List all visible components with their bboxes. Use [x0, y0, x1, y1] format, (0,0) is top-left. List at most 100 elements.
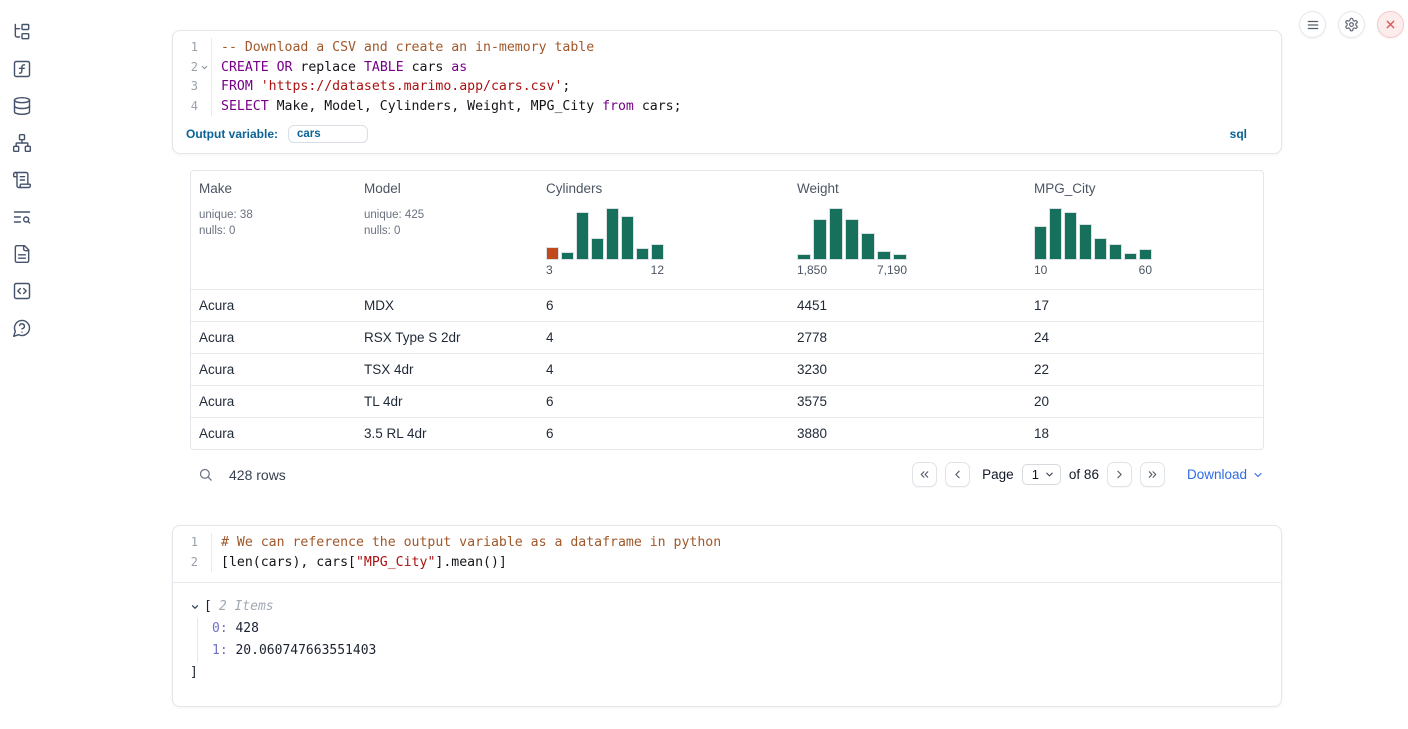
column-title: Make [199, 181, 348, 196]
table-cell: 4451 [789, 290, 1026, 321]
fold-spacer [198, 553, 211, 573]
download-label: Download [1187, 467, 1247, 482]
column-stats: unique: 38nulls: 0 [199, 207, 348, 239]
table-row[interactable]: AcuraRSX Type S 2dr4277824 [191, 321, 1263, 353]
close-icon [1384, 18, 1397, 31]
sidebar-file-text-icon[interactable] [11, 243, 33, 265]
fold-spacer [198, 38, 211, 58]
code-line[interactable]: 2[len(cars), cars["MPG_City"].mean()] [173, 553, 1281, 573]
table-cell: TL 4dr [356, 386, 538, 417]
table-cell: 6 [538, 418, 789, 449]
sidebar-function-square-icon[interactable] [11, 58, 33, 80]
code-text: FROM 'https://datasets.marimo.app/cars.c… [211, 77, 1281, 97]
code-text: -- Download a CSV and create an in-memor… [211, 38, 1281, 58]
code-line[interactable]: 2CREATE OR replace TABLE cars as [173, 58, 1281, 78]
table-body: AcuraMDX6445117AcuraRSX Type S 2dr427782… [191, 289, 1263, 449]
code-text: # We can reference the output variable a… [211, 533, 1281, 553]
column-header-Weight[interactable]: Weight 1,8507,190 [789, 171, 1026, 289]
sidebar-database-icon[interactable] [11, 95, 33, 117]
histogram-bar [1109, 244, 1122, 260]
sidebar-text-search-icon[interactable] [11, 206, 33, 228]
table-cell: 17 [1026, 290, 1263, 321]
column-histogram[interactable]: 1,8507,190 [797, 208, 907, 277]
code-text: CREATE OR replace TABLE cars as [211, 58, 1281, 78]
table-row[interactable]: AcuraMDX6445117 [191, 289, 1263, 321]
settings-button[interactable] [1338, 11, 1365, 38]
code-line[interactable]: 1# We can reference the output variable … [173, 533, 1281, 553]
search-button[interactable] [190, 467, 213, 482]
python-code-editor[interactable]: 1# We can reference the output variable … [173, 526, 1281, 583]
histogram-bar [877, 251, 891, 260]
table-cell: Acura [191, 418, 356, 449]
fold-spacer [198, 533, 211, 553]
first-page-button[interactable] [912, 462, 937, 487]
data-table: Make unique: 38nulls: 0 Model unique: 425nu… [190, 170, 1264, 450]
column-header-Cylinders[interactable]: Cylinders312 [538, 171, 789, 289]
table-cell: 24 [1026, 322, 1263, 353]
line-number: 1 [173, 38, 198, 58]
histogram-axis-labels: 312 [546, 263, 664, 277]
sidebar-file-tree-icon[interactable] [11, 21, 33, 43]
sidebar-help-circle-icon[interactable] [11, 317, 33, 339]
code-text: [len(cars), cars["MPG_City"].mean()] [211, 553, 1281, 573]
code-line[interactable]: 1 -- Download a CSV and create an in-memo… [173, 38, 1281, 58]
menu-icon [1306, 18, 1320, 32]
histogram-bar [606, 208, 619, 260]
sidebar-scroll-text-icon[interactable] [11, 169, 33, 191]
column-stats: unique: 425nulls: 0 [364, 207, 530, 239]
code-line[interactable]: 4SELECT Make, Model, Cylinders, Weight, … [173, 97, 1281, 117]
column-header-Make[interactable]: Make unique: 38nulls: 0 [191, 171, 356, 289]
table-row[interactable]: AcuraTL 4dr6357520 [191, 385, 1263, 417]
histogram-bar [1124, 253, 1137, 260]
table-cell: 4 [538, 322, 789, 353]
sql-cell: 1 -- Download a CSV and create an in-memo… [172, 30, 1282, 154]
output-list-item: 0: 428 [212, 618, 1265, 640]
shutdown-button[interactable] [1377, 11, 1404, 38]
column-title: MPG_City [1034, 181, 1255, 196]
fold-spacer [198, 77, 211, 97]
topbar-actions [1299, 11, 1404, 38]
chevron-right-icon [1113, 468, 1126, 481]
table-cell: 3.5 RL 4dr [356, 418, 538, 449]
table-cell: RSX Type S 2dr [356, 322, 538, 353]
column-histogram[interactable]: 1060 [1034, 208, 1152, 277]
collapse-chevron-icon[interactable] [190, 602, 200, 612]
table-cell: 18 [1026, 418, 1263, 449]
column-histogram[interactable]: 312 [546, 208, 664, 277]
notebook-menu-button[interactable] [1299, 11, 1326, 38]
column-title: Model [364, 181, 530, 196]
table-row[interactable]: AcuraTSX 4dr4323022 [191, 353, 1263, 385]
table-cell: 22 [1026, 354, 1263, 385]
histogram-bar [1034, 226, 1047, 260]
close-bracket: ] [190, 662, 1265, 684]
next-page-button[interactable] [1107, 462, 1132, 487]
sidebar-code-square-icon[interactable] [11, 280, 33, 302]
column-header-MPG_City[interactable]: MPG_City 1060 [1026, 171, 1263, 289]
histogram-bar [546, 247, 559, 260]
fold-chevron-icon[interactable] [198, 58, 211, 78]
sidebar-network-icon[interactable] [11, 132, 33, 154]
table-cell: MDX [356, 290, 538, 321]
page-select-value: 1 [1032, 467, 1039, 482]
code-line[interactable]: 3 FROM 'https://datasets.marimo.app/cars.… [173, 77, 1281, 97]
items-count-label: 2 Items [219, 596, 274, 618]
prev-page-button[interactable] [945, 462, 970, 487]
column-header-Model[interactable]: Model unique: 425nulls: 0 [356, 171, 538, 289]
page-select[interactable]: 1 [1022, 464, 1061, 485]
table-row[interactable]: Acura3.5 RL 4dr6388018 [191, 417, 1263, 449]
column-title: Weight [797, 181, 1018, 196]
last-page-button[interactable] [1140, 462, 1165, 487]
histogram-bar [813, 219, 827, 260]
output-list-header: [ 2 Items [190, 596, 1265, 618]
line-number: 3 [173, 77, 198, 97]
table-cell: Acura [191, 354, 356, 385]
histogram-bar [636, 248, 649, 260]
histogram-bar [1139, 249, 1152, 260]
output-list-entries: 0: 4281: 20.060747663551403 [197, 618, 1265, 662]
output-variable-input[interactable] [288, 125, 368, 143]
chevron-down-icon [1252, 469, 1264, 481]
histogram-bar [845, 219, 859, 260]
download-button[interactable]: Download [1187, 467, 1264, 482]
table-cell: 6 [538, 290, 789, 321]
sql-code-editor[interactable]: 1 -- Download a CSV and create an in-memo… [173, 31, 1281, 122]
